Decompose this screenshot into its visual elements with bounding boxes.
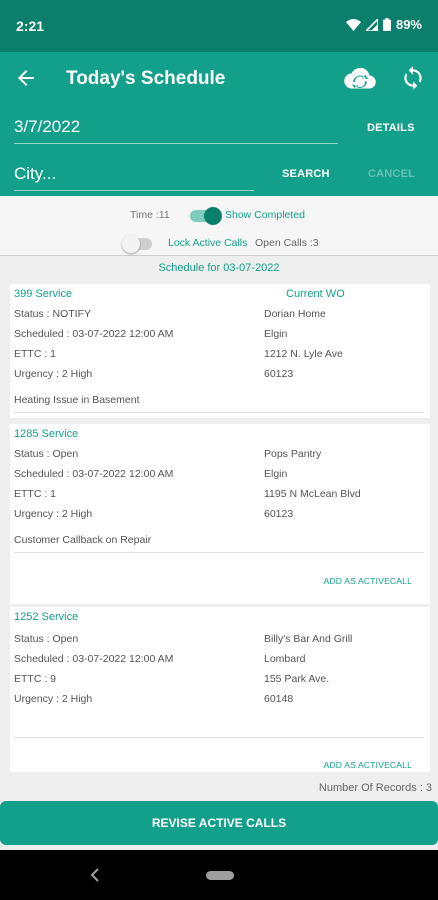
customer-name: Billy's Bar And Grill xyxy=(264,633,353,645)
customer-name: Dorian Home xyxy=(264,308,326,320)
back-arrow-icon[interactable] xyxy=(14,66,38,90)
call-scheduled: Scheduled : 03-07-2022 12:00 AM xyxy=(14,468,174,480)
city-input[interactable]: City... xyxy=(14,164,254,191)
call-status: Status : Open xyxy=(14,633,79,645)
status-bar: 2:21 89% xyxy=(0,0,438,52)
call-status: Status : Open xyxy=(14,448,79,460)
app-bar: Today's Schedule xyxy=(0,52,438,104)
open-calls-count: Open Calls :3 xyxy=(255,237,319,249)
call-scheduled: Scheduled : 03-07-2022 12:00 AM xyxy=(14,653,174,665)
customer-zip: 60123 xyxy=(264,508,294,520)
refresh-icon[interactable] xyxy=(400,65,426,91)
nav-back-icon[interactable] xyxy=(90,868,100,882)
add-active-call-button[interactable]: ADD AS ACTIVECALL xyxy=(324,576,412,586)
date-field[interactable]: 3/7/2022 xyxy=(14,117,338,144)
customer-address: 1195 N McLean Blvd xyxy=(264,488,361,500)
toggle-knob xyxy=(122,235,140,253)
schedule-date-label: Schedule for 03-07-2022 xyxy=(158,262,280,274)
status-time: 2:21 xyxy=(16,18,45,34)
wifi-icon xyxy=(345,18,361,31)
call-card[interactable]: 399 Service Current WO Status : NOTIFY S… xyxy=(10,284,430,418)
status-icons: 89% xyxy=(345,17,422,32)
details-button[interactable]: DETAILS xyxy=(367,122,415,134)
call-description: Customer Callback on Repair xyxy=(14,534,152,546)
show-completed-toggle[interactable] xyxy=(190,207,222,225)
page-title: Today's Schedule xyxy=(66,68,226,89)
call-urgency: Urgency : 2 High xyxy=(14,508,93,520)
show-completed-label: Show Completed xyxy=(225,209,305,221)
customer-city: Elgin xyxy=(264,468,288,480)
divider xyxy=(14,737,424,738)
revise-active-calls-button[interactable]: REVISE ACTIVE CALLS xyxy=(0,801,438,845)
customer-city: Lombard xyxy=(264,653,306,665)
call-ettc: ETTC : 9 xyxy=(14,673,57,685)
record-count: Number Of Records : 3 xyxy=(318,782,432,794)
signal-icon xyxy=(365,18,378,31)
customer-address: 155 Park Ave. xyxy=(264,673,330,685)
system-nav-bar xyxy=(0,850,438,900)
cancel-button[interactable]: CANCEL xyxy=(368,168,415,180)
call-description: Heating Issue in Basement xyxy=(14,394,140,406)
customer-city: Elgin xyxy=(264,328,288,340)
call-ettc: ETTC : 1 xyxy=(14,348,57,360)
call-scheduled: Scheduled : 03-07-2022 12:00 AM xyxy=(14,328,174,340)
time-total: Time :11 xyxy=(130,209,170,221)
toggle-knob xyxy=(204,207,222,225)
nav-home-icon[interactable] xyxy=(206,871,234,880)
cloud-sync-icon[interactable] xyxy=(344,64,376,92)
customer-zip: 60123 xyxy=(264,368,294,380)
call-card[interactable]: 1285 Service Status : Open Scheduled : 0… xyxy=(10,424,430,604)
search-button[interactable]: SEARCH xyxy=(282,168,330,180)
battery-icon xyxy=(382,18,391,31)
divider xyxy=(14,412,424,413)
filter-controls: Time :11 Show Completed Lock Active Call… xyxy=(0,196,438,256)
call-number[interactable]: 1285 Service xyxy=(14,428,78,440)
call-ettc: ETTC : 1 xyxy=(14,488,57,500)
call-urgency: Urgency : 2 High xyxy=(14,693,93,705)
call-status: Status : NOTIFY xyxy=(14,308,92,320)
lock-active-toggle[interactable] xyxy=(122,235,152,253)
add-active-call-button[interactable]: ADD AS ACTIVECALL xyxy=(324,760,412,770)
battery-level: 89% xyxy=(395,17,422,32)
customer-name: Pops Pantry xyxy=(264,448,322,460)
call-number[interactable]: 399 Service xyxy=(14,288,72,300)
search-header: 3/7/2022 DETAILS City... SEARCH CANCEL xyxy=(0,104,438,196)
lock-active-label: Lock Active Calls xyxy=(168,237,248,249)
call-urgency: Urgency : 2 High xyxy=(14,368,93,380)
current-wo-badge: Current WO xyxy=(286,288,345,300)
call-card[interactable]: 1252 Service Status : Open Scheduled : 0… xyxy=(10,607,430,772)
divider xyxy=(14,552,424,553)
customer-zip: 60148 xyxy=(264,693,294,705)
customer-address: 1212 N. Lyle Ave xyxy=(264,348,343,360)
call-number[interactable]: 1252 Service xyxy=(14,611,78,623)
